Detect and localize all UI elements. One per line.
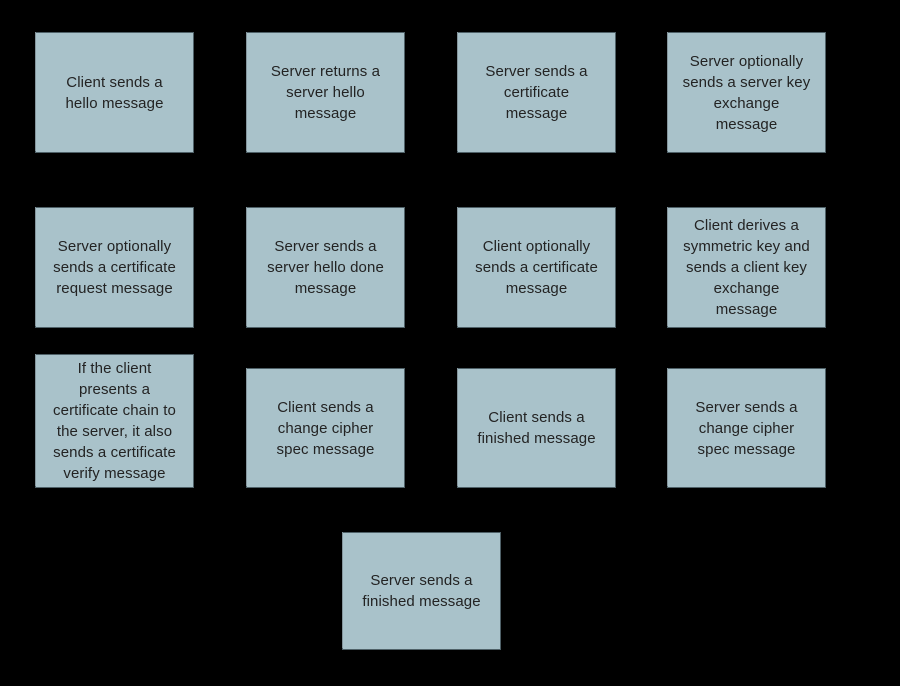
process-node-client-certificate[interactable]: Client optionally sends a certificate me… [457,207,616,328]
process-node-server-hello-done[interactable]: Server sends a server hello done message [246,207,405,328]
process-node-server-certificate[interactable]: Server sends a certificate message [457,32,616,153]
process-node-client-finished[interactable]: Client sends a finished message [457,368,616,488]
process-node-label: Server optionally sends a certificate re… [53,238,176,297]
process-node-label: Server sends a change cipher spec messag… [695,398,798,458]
process-node-label: Client sends a hello message [65,73,164,112]
process-node-label: Server sends a server hello done message [267,238,384,297]
process-node-label: Client optionally sends a certificate me… [475,238,598,297]
process-node-client-change-cipher-spec[interactable]: Client sends a change cipher spec messag… [246,368,405,488]
process-node-client-key-exchange[interactable]: Client derives a symmetric key and sends… [667,207,826,328]
process-node-label: Client derives a symmetric key and sends… [683,217,810,318]
process-node-label: Server sends a certificate message [485,63,588,122]
process-node-label: Server optionally sends a server key exc… [682,52,811,133]
process-node-server-key-exchange[interactable]: Server optionally sends a server key exc… [667,32,826,153]
process-node-certificate-request[interactable]: Server optionally sends a certificate re… [35,207,194,328]
process-node-label: Server returns a server hello message [270,63,381,122]
flowchart-canvas: Client sends a hello message Server retu… [0,0,900,686]
process-node-client-hello[interactable]: Client sends a hello message [35,32,194,153]
process-node-label: Client sends a finished message [477,409,596,447]
process-node-label: Server sends a finished message [362,572,481,610]
process-node-server-hello[interactable]: Server returns a server hello message [246,32,405,153]
process-node-server-finished[interactable]: Server sends a finished message [342,532,501,650]
process-node-label: Client sends a change cipher spec messag… [276,398,375,458]
process-node-certificate-verify[interactable]: If the client presents a certificate cha… [35,354,194,488]
process-node-server-change-cipher-spec[interactable]: Server sends a change cipher spec messag… [667,368,826,488]
process-node-label: If the client presents a certificate cha… [53,360,176,482]
